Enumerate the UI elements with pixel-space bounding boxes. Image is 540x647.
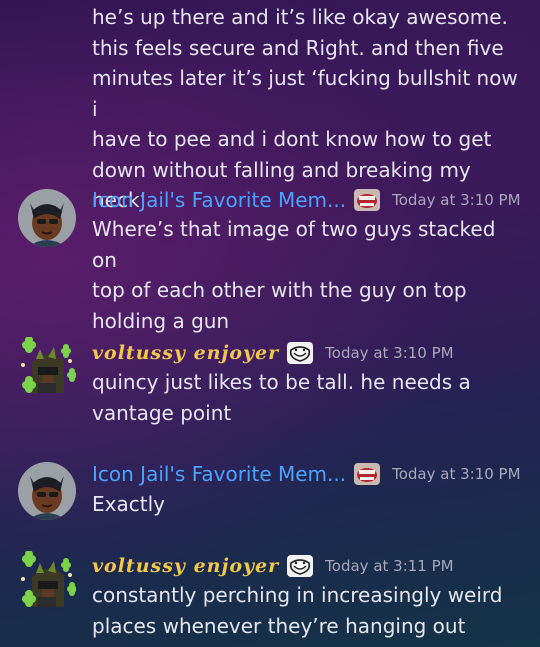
author-name[interactable]: Icon Jail's Favorite Mem... xyxy=(92,462,346,486)
message-header: voltussy enjoyer Today at 3:10 PM xyxy=(92,339,454,367)
message-line: have to pee and i dont know how to get xyxy=(92,127,492,151)
clover-character-avatar-icon xyxy=(21,551,76,607)
clover-character-avatar-icon xyxy=(21,337,76,393)
voltussy-avatar[interactable] xyxy=(18,337,76,395)
mouth-badge-icon xyxy=(354,463,381,485)
message-line: Where’s that image of two guys stacked o… xyxy=(92,217,496,272)
author-name[interactable]: voltussy enjoyer xyxy=(92,555,279,577)
message-line: holding a gun xyxy=(92,308,230,333)
message-content: Where’s that image of two guys stacked o… xyxy=(92,214,522,336)
message-content: he’s up there and it’s like okay awesome… xyxy=(92,2,522,216)
message-header: voltussy enjoyer Today at 3:11 PM xyxy=(92,552,454,580)
message-line: quincy just likes to be tall. he needs a xyxy=(92,370,471,394)
horned-character-avatar-icon xyxy=(18,189,76,247)
author-name[interactable]: Icon Jail's Favorite Mem... xyxy=(92,188,346,212)
icon-jail-avatar[interactable] xyxy=(18,189,76,247)
horned-character-avatar-icon xyxy=(18,462,76,520)
message-content: quincy just likes to be tall. he needs a… xyxy=(92,367,522,428)
message-line: he’s up there and it’s like okay awesome… xyxy=(92,5,508,29)
message-content: constantly perching in increasingly weir… xyxy=(92,580,522,641)
timestamp: Today at 3:10 PM xyxy=(325,344,454,362)
icon-jail-avatar[interactable] xyxy=(18,462,76,520)
mouth-badge-icon xyxy=(354,189,381,211)
message-line: top of each other with the guy on top xyxy=(92,278,467,302)
trollface-badge-icon xyxy=(287,342,314,364)
author-name[interactable]: voltussy enjoyer xyxy=(92,342,279,364)
chat-log: he’s up there and it’s like okay awesome… xyxy=(0,0,540,647)
message-line: Exactly xyxy=(92,492,165,516)
message-header: Icon Jail's Favorite Mem... Today at 3:1… xyxy=(92,186,521,214)
message-line: minutes later it’s just ‘fucking bullshi… xyxy=(92,66,518,121)
trollface-badge-icon xyxy=(287,555,314,577)
message-line: this feels secure and Right. and then fi… xyxy=(92,35,504,60)
message-content: Exactly xyxy=(92,489,522,520)
message-header: Icon Jail's Favorite Mem... Today at 3:1… xyxy=(92,460,521,488)
message-line: vantage point xyxy=(92,400,232,425)
message-line: constantly perching in increasingly weir… xyxy=(92,583,503,607)
voltussy-avatar[interactable] xyxy=(18,551,76,609)
timestamp: Today at 3:10 PM xyxy=(392,191,521,209)
timestamp: Today at 3:10 PM xyxy=(392,465,521,483)
message-line: places whenever they’re hanging out xyxy=(92,613,466,638)
timestamp: Today at 3:11 PM xyxy=(325,557,454,575)
